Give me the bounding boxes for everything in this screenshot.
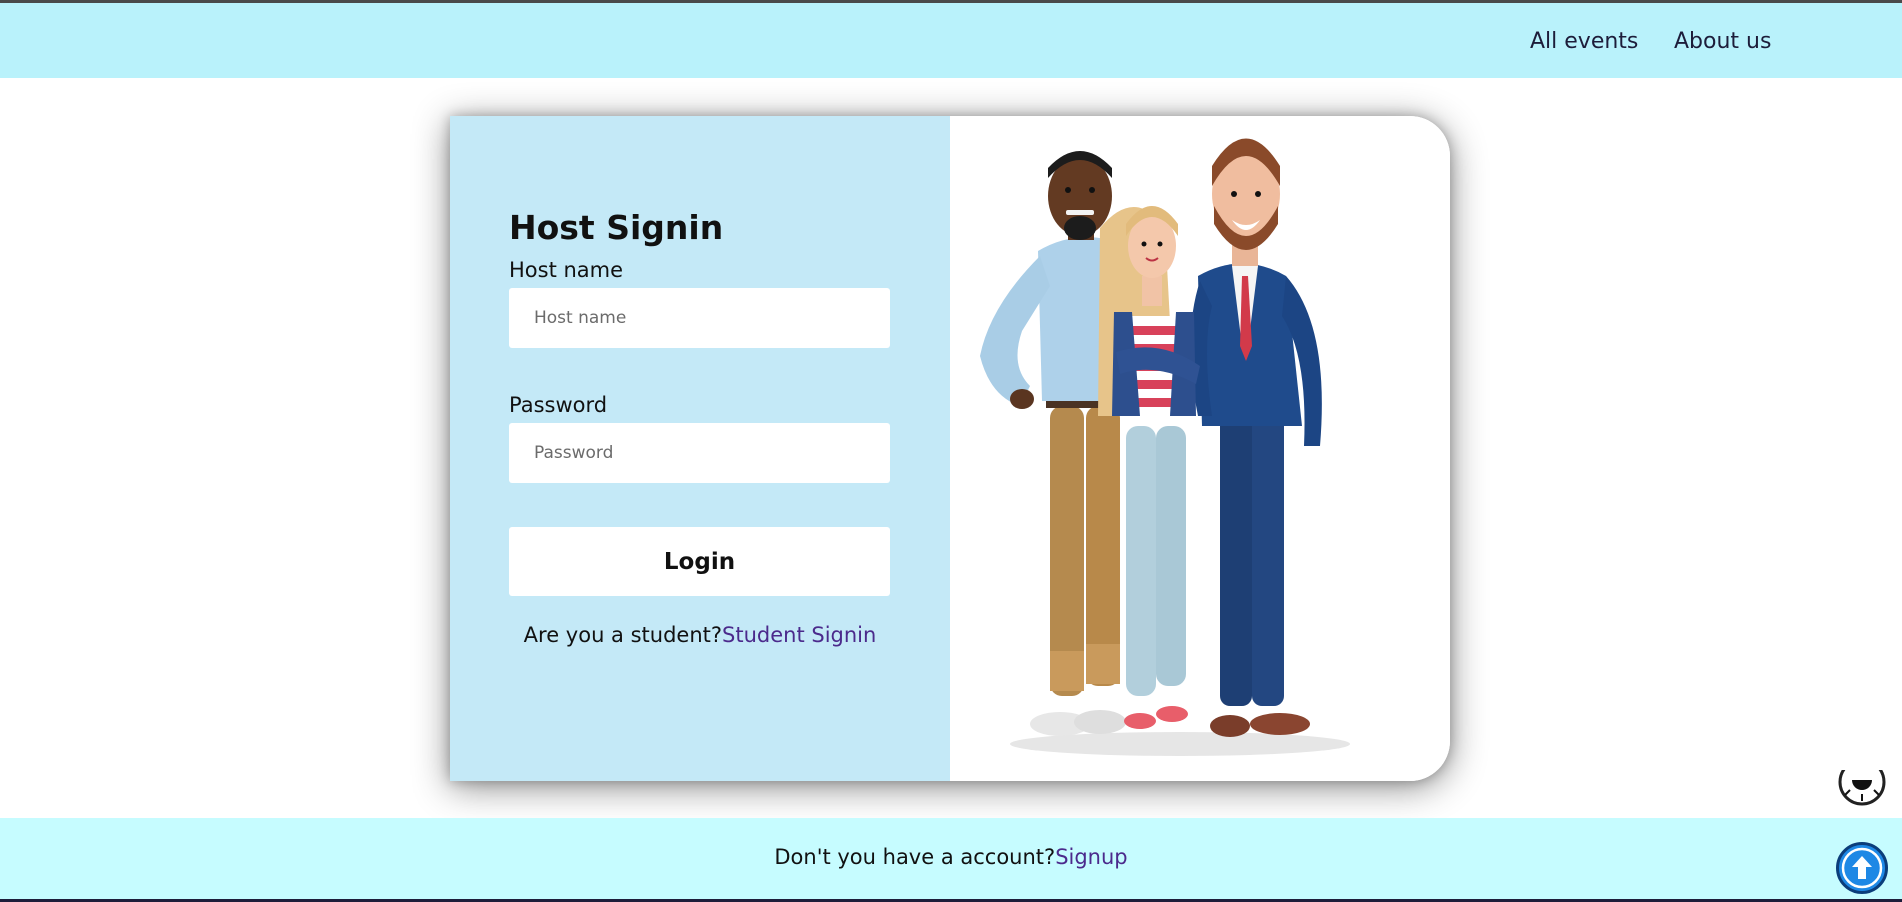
scroll-to-top-button[interactable] — [1836, 842, 1888, 894]
arrow-up-icon — [1841, 847, 1883, 889]
signup-link[interactable]: Signup — [1055, 845, 1127, 869]
signin-form-panel: Host Signin Host name Password Login Are… — [450, 116, 950, 781]
password-label: Password — [509, 393, 608, 417]
signup-prompt: Don't you have a account?Signup — [0, 845, 1902, 869]
password-input[interactable] — [509, 423, 890, 483]
student-prompt-text: Are you a student? — [523, 623, 723, 647]
footer: Don't you have a account?Signup — [0, 818, 1902, 902]
nav-link-all-events[interactable]: All events — [1530, 29, 1638, 54]
people-illustration — [950, 116, 1450, 781]
page-title: Host Signin — [509, 208, 724, 247]
people-illustration-graphic — [980, 138, 1350, 756]
host-name-input[interactable] — [509, 288, 890, 348]
signin-card: Host Signin Host name Password Login Are… — [450, 116, 1450, 781]
theme-toggle-icon[interactable] — [1836, 770, 1888, 810]
navbar: All events About us — [0, 3, 1902, 78]
signup-prompt-text: Don't you have a account? — [774, 845, 1056, 869]
nav-link-about-us[interactable]: About us — [1674, 29, 1771, 54]
student-signin-link[interactable]: Student Signin — [722, 623, 876, 647]
host-name-label: Host name — [509, 258, 624, 282]
man-right-figure — [1190, 138, 1322, 737]
login-button[interactable]: Login — [509, 527, 890, 596]
student-signin-prompt: Are you a student?Student Signin — [450, 623, 950, 647]
